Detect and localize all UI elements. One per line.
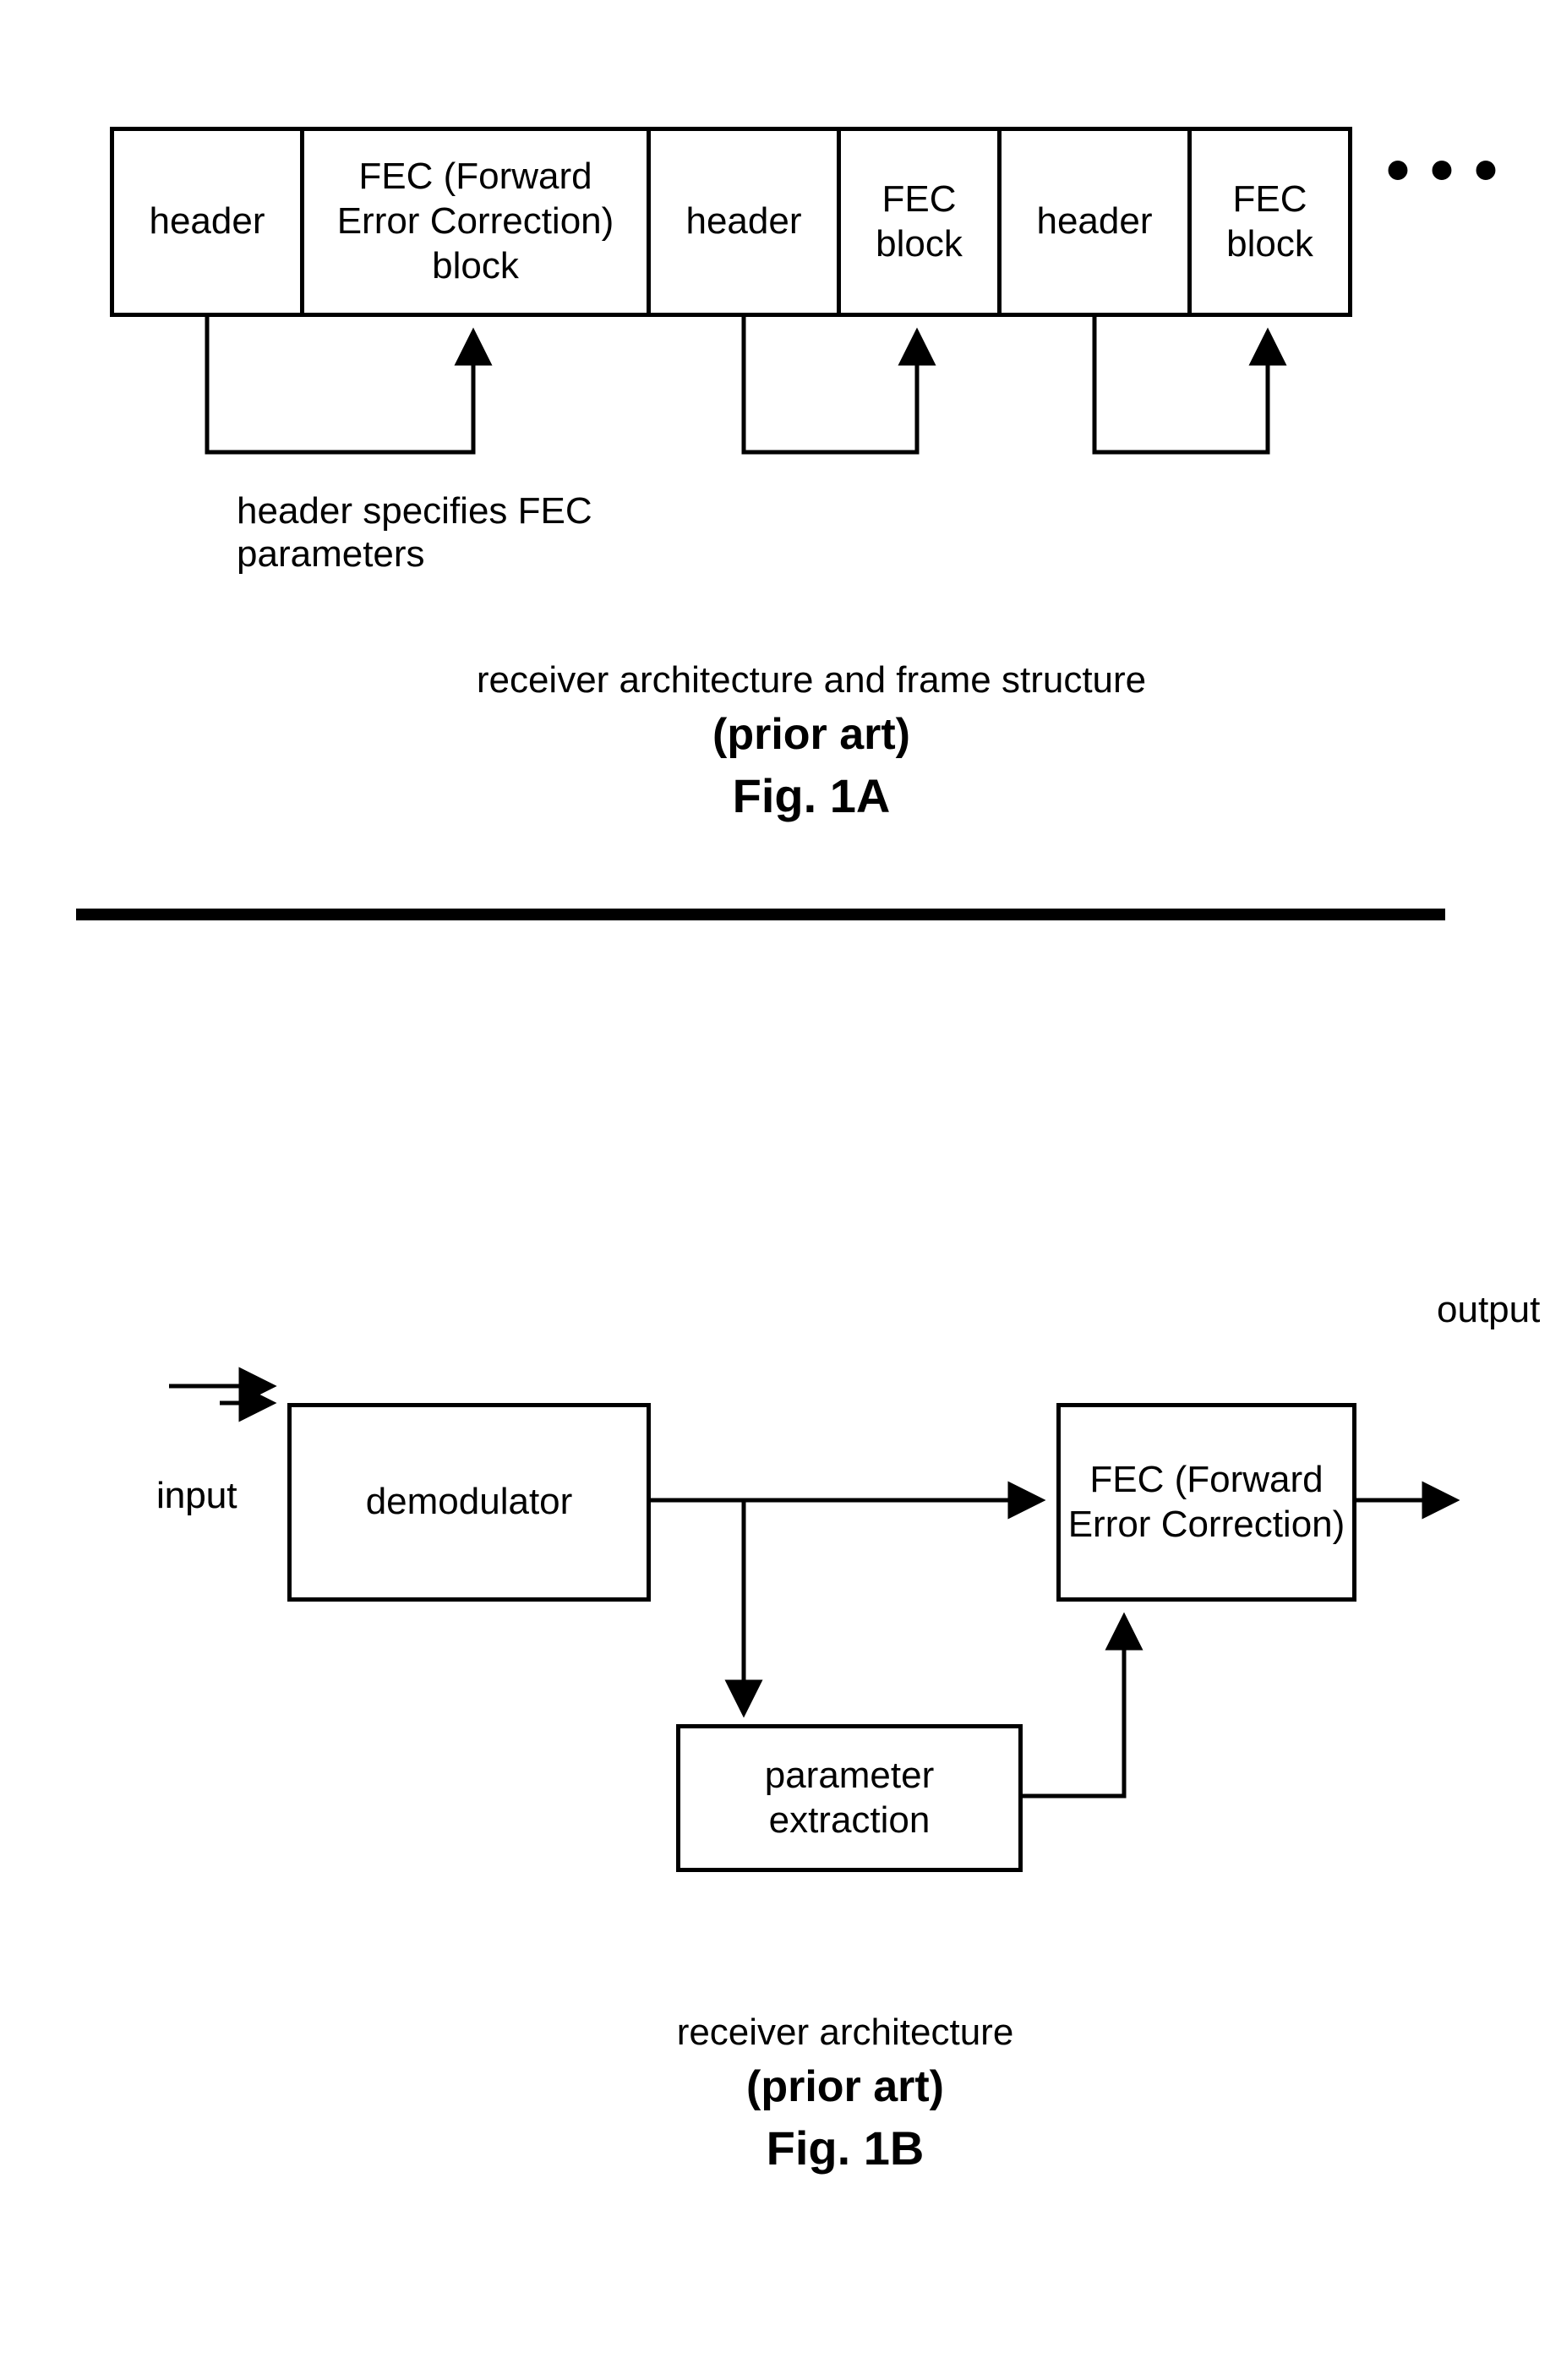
- page: header FEC (ForwardError Correction)bloc…: [0, 0, 1561, 2380]
- input-label-top: input: [156, 1475, 275, 1518]
- input-arrow-fix: [0, 0, 1561, 2380]
